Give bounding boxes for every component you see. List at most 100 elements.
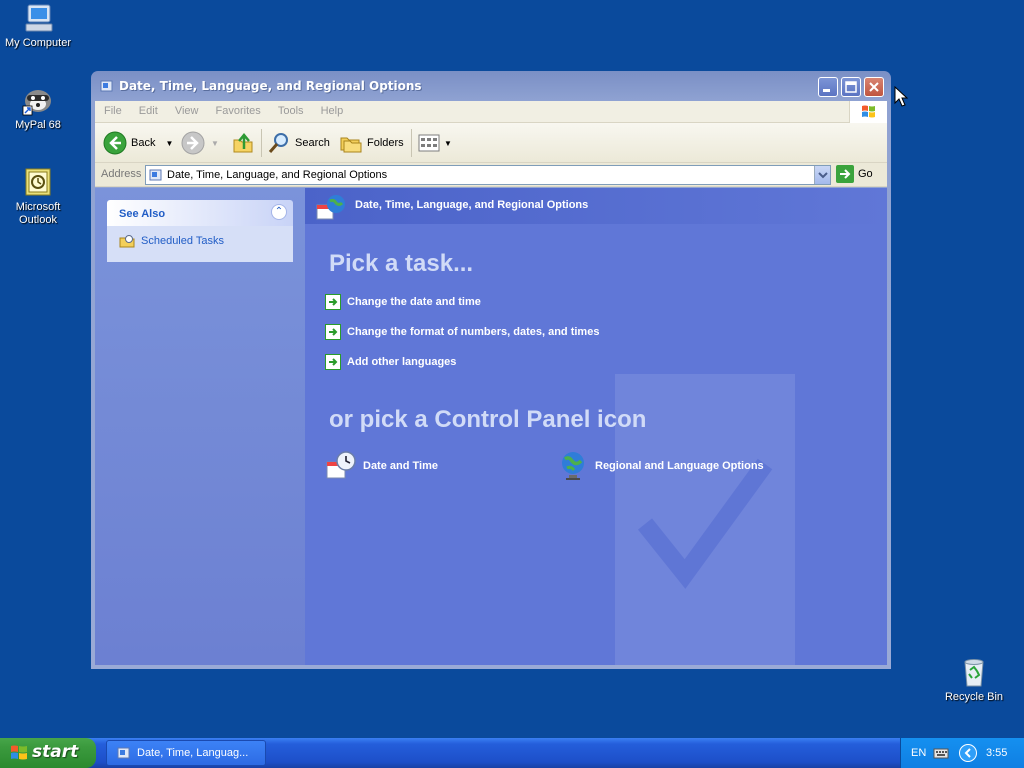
back-dropdown-icon[interactable]: ▼ xyxy=(165,139,173,148)
green-arrow-icon xyxy=(325,294,341,310)
chevron-down-icon xyxy=(818,172,828,179)
up-folder-icon xyxy=(233,133,253,153)
desktop-icon-my-computer[interactable]: My Computer xyxy=(0,2,76,50)
recycle-bin-icon xyxy=(958,656,990,688)
go-label: Go xyxy=(858,168,873,180)
back-button[interactable]: Back ▼ xyxy=(103,131,173,155)
standard-toolbar: Back ▼ ▼ Search Folders ▼ xyxy=(95,123,887,163)
task-label: Change the format of numbers, dates, and… xyxy=(347,326,600,338)
desktop-icon-label: MyPal 68 xyxy=(15,119,61,131)
cp-icon-regional-language[interactable]: Regional and Language Options xyxy=(557,450,764,482)
control-panel-folder-icon xyxy=(100,79,114,93)
category-header: Date, Time, Language, and Regional Optio… xyxy=(305,188,887,224)
task-pane: See Also ⌃ Scheduled Tasks xyxy=(95,188,305,665)
desktop-icon-label: Microsoft Outlook xyxy=(15,201,61,226)
desktop-icon-mypal[interactable]: MyPal 68 xyxy=(0,84,76,132)
search-icon xyxy=(268,133,288,153)
taskbar: start Date, Time, Languag... EN 3:55 xyxy=(0,738,1024,768)
outlook-icon xyxy=(22,166,54,198)
forward-dropdown-icon: ▼ xyxy=(211,138,219,148)
maximize-button[interactable] xyxy=(841,77,861,97)
views-icon xyxy=(418,134,440,152)
date-time-icon xyxy=(325,450,357,482)
start-button[interactable]: start xyxy=(0,738,96,768)
address-dropdown-button[interactable] xyxy=(814,166,830,184)
minimize-icon xyxy=(823,89,830,92)
close-icon xyxy=(869,82,879,92)
scheduled-tasks-link[interactable]: Scheduled Tasks xyxy=(141,235,224,247)
see-also-panel: See Also ⌃ Scheduled Tasks xyxy=(107,200,293,262)
window-titlebar[interactable]: Date, Time, Language, and Regional Optio… xyxy=(95,71,887,101)
category-title: Date, Time, Language, and Regional Optio… xyxy=(355,199,589,211)
toolbar-separator xyxy=(261,129,262,157)
menu-view[interactable]: View xyxy=(168,101,206,117)
taskbar-window-button[interactable]: Date, Time, Languag... xyxy=(106,740,266,766)
control-panel-window: Date, Time, Language, and Regional Optio… xyxy=(91,71,891,669)
keyboard-icon[interactable] xyxy=(933,746,949,760)
green-arrow-icon xyxy=(325,354,341,370)
toolbar-separator xyxy=(411,129,412,157)
taskbar-window-label: Date, Time, Languag... xyxy=(137,747,249,759)
desktop-icon-label: Recycle Bin xyxy=(944,691,1004,703)
desktop-icon-label: My Computer xyxy=(4,37,72,49)
window-title: Date, Time, Language, and Regional Optio… xyxy=(119,79,422,93)
folders-icon xyxy=(340,137,362,153)
my-computer-icon xyxy=(22,2,54,34)
task-add-languages[interactable]: Add other languages xyxy=(325,354,456,370)
task-change-date-time[interactable]: Change the date and time xyxy=(325,294,481,310)
language-indicator[interactable]: EN xyxy=(911,747,926,759)
search-button[interactable]: Search xyxy=(267,131,330,155)
see-also-title: See Also xyxy=(119,208,166,220)
pick-icon-heading: or pick a Control Panel icon xyxy=(329,406,647,433)
menu-edit[interactable]: Edit xyxy=(132,101,165,117)
control-panel-folder-icon xyxy=(149,168,163,182)
menu-file[interactable]: File xyxy=(95,101,129,117)
address-input[interactable]: Date, Time, Language, and Regional Optio… xyxy=(145,165,831,185)
menu-help[interactable]: Help xyxy=(314,101,351,117)
address-bar: Address Date, Time, Language, and Region… xyxy=(95,163,887,187)
start-label: start xyxy=(32,742,79,762)
go-button[interactable]: Go xyxy=(836,165,873,183)
globe-icon xyxy=(557,450,589,482)
cp-icon-label: Date and Time xyxy=(363,460,438,472)
up-folder-button[interactable] xyxy=(231,131,255,155)
folders-label: Folders xyxy=(367,137,404,149)
desktop-icon-outlook[interactable]: Microsoft Outlook xyxy=(0,166,76,227)
control-panel-folder-icon xyxy=(117,746,131,760)
desktop-icon-recycle-bin[interactable]: Recycle Bin xyxy=(936,656,1012,704)
go-arrow-icon xyxy=(836,165,854,183)
main-pane: Date, Time, Language, and Regional Optio… xyxy=(305,188,887,665)
close-button[interactable] xyxy=(864,77,884,97)
system-tray: EN 3:55 xyxy=(900,738,1024,768)
show-hidden-icons-chevron-icon[interactable] xyxy=(959,744,977,762)
task-label: Change the date and time xyxy=(347,296,481,308)
forward-arrow-icon xyxy=(181,131,205,155)
see-also-body: Scheduled Tasks xyxy=(107,226,293,262)
window-content: See Also ⌃ Scheduled Tasks Date, Time, L… xyxy=(95,188,887,665)
menu-favorites[interactable]: Favorites xyxy=(209,101,268,117)
clock[interactable]: 3:55 xyxy=(986,747,1007,759)
mouse-cursor-icon xyxy=(894,86,908,107)
address-label: Address xyxy=(101,168,142,180)
pick-task-heading: Pick a task... xyxy=(329,250,474,277)
address-value: Date, Time, Language, and Regional Optio… xyxy=(167,169,388,181)
search-label: Search xyxy=(295,137,330,149)
views-button[interactable]: ▼ xyxy=(417,131,452,155)
cp-icon-date-time[interactable]: Date and Time xyxy=(325,450,438,482)
cp-icon-label: Regional and Language Options xyxy=(595,460,764,472)
see-also-header[interactable]: See Also ⌃ xyxy=(107,200,293,226)
minimize-button[interactable] xyxy=(818,77,838,97)
back-arrow-icon xyxy=(103,131,127,155)
views-dropdown-icon: ▼ xyxy=(444,138,452,148)
forward-button[interactable]: ▼ xyxy=(181,131,219,155)
menu-tools[interactable]: Tools xyxy=(271,101,311,117)
globe-calendar-icon xyxy=(315,193,347,223)
collapse-chevron-icon[interactable]: ⌃ xyxy=(271,204,287,220)
task-change-format[interactable]: Change the format of numbers, dates, and… xyxy=(325,324,599,340)
mypal-browser-icon xyxy=(22,84,54,116)
scheduled-tasks-icon xyxy=(119,234,135,248)
windows-logo-icon xyxy=(849,101,887,123)
green-arrow-icon xyxy=(325,324,341,340)
folders-button[interactable]: Folders xyxy=(339,131,404,155)
back-label: Back xyxy=(131,137,156,149)
